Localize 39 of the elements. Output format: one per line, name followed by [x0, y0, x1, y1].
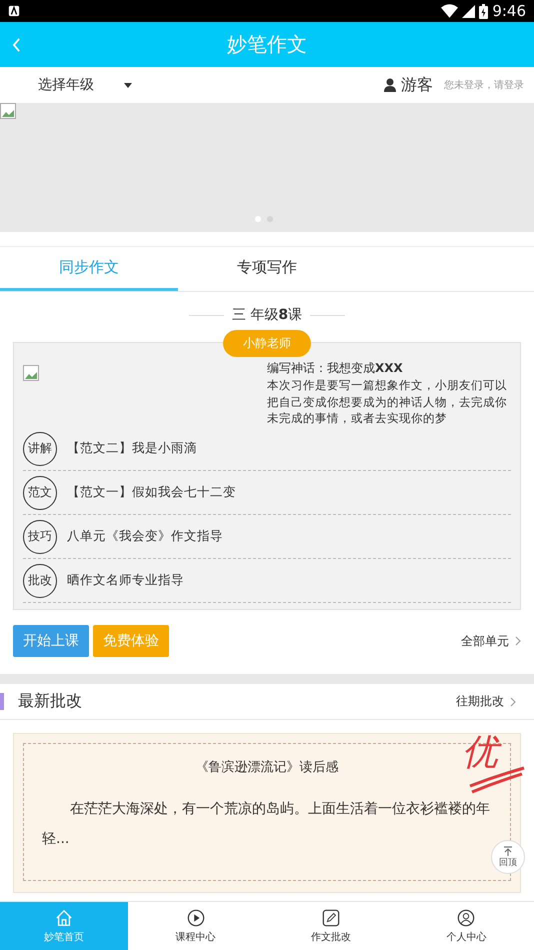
- chevron-right-icon: [515, 636, 521, 646]
- past-reviews-link[interactable]: 往期批改: [456, 693, 504, 710]
- arrow-up-icon: [503, 846, 513, 856]
- category-tag: 批改: [23, 564, 57, 598]
- tab[interactable]: 专项写作: [178, 247, 356, 291]
- user-name: 游客: [401, 74, 433, 96]
- status-time: 9:46: [492, 2, 526, 20]
- lesson-item-link[interactable]: 八单元《我会变》作文指导: [67, 528, 223, 545]
- home-icon: [55, 908, 73, 926]
- back-icon[interactable]: [12, 38, 21, 52]
- page-title: 妙笔作文: [227, 31, 307, 58]
- play-icon: [186, 908, 205, 926]
- section-accent: [0, 693, 4, 710]
- essay-title: 《鲁滨逊漂流记》读后感: [194, 759, 340, 776]
- category-tag: 技巧: [23, 520, 57, 554]
- grade-select[interactable]: 选择年级: [38, 76, 132, 94]
- category-tag: 讲解: [23, 432, 57, 466]
- chevron-right-icon: [510, 696, 516, 706]
- lesson-item-link[interactable]: 【范文二】我是小雨滴: [67, 440, 197, 457]
- back-to-top-button[interactable]: 回顶: [491, 840, 525, 874]
- category-tag: 范文: [23, 476, 57, 510]
- all-units-link[interactable]: 全部单元: [461, 632, 509, 650]
- wifi-icon: [441, 4, 458, 18]
- section-title: 最新批改: [18, 691, 82, 712]
- battery-icon: [479, 4, 488, 18]
- lesson-heading: 三 年级8课: [232, 306, 302, 324]
- lesson-description: 本次习作是要写一篇想象作文，小朋友们可以把自己变成你想要成为的神话人物，去完成你未完成的事情，或者去实现你的梦: [267, 377, 508, 426]
- essay-excerpt: 在茫茫大海深处，有一个荒凉的岛屿。上面生活着一位衣衫褴褛的年轻...: [42, 800, 491, 849]
- dropdown-caret-icon: [124, 82, 132, 88]
- user-icon: [384, 78, 396, 92]
- lesson-title: 编写神话：我想变成XXX: [267, 360, 404, 377]
- broken-image-icon: [23, 365, 39, 381]
- lesson-item-link[interactable]: 【范文一】假如我会七十二变: [67, 484, 236, 501]
- teacher-badge: 小静老师: [223, 330, 311, 357]
- signal-icon: [462, 4, 476, 18]
- lesson-item-link[interactable]: 晒作文名师专业指导: [67, 572, 184, 589]
- notification-icon: [8, 5, 20, 17]
- user-icon: [457, 908, 476, 926]
- pencil-icon: [322, 908, 340, 926]
